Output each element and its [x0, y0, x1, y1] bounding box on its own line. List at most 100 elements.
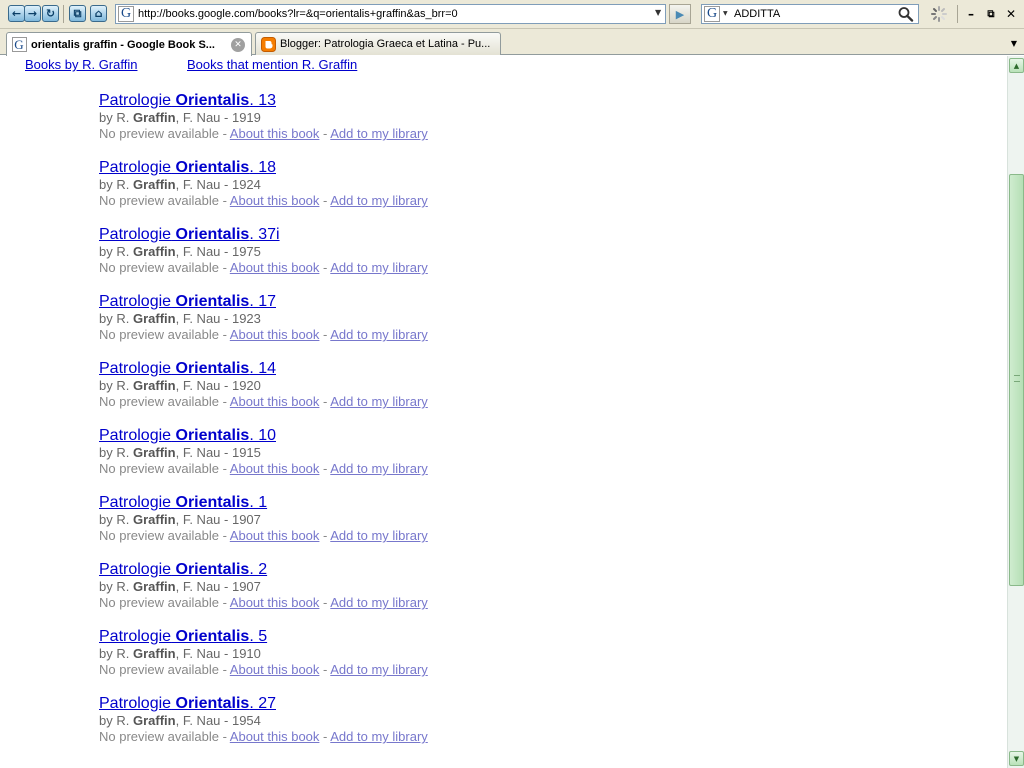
search-engine-dropdown-icon[interactable]: ▼ [723, 10, 728, 17]
address-bar[interactable]: G ▼ [115, 4, 666, 24]
about-this-book-link[interactable]: About this book [230, 126, 320, 141]
add-to-library-link[interactable]: Add to my library [330, 662, 428, 677]
search-icon[interactable] [897, 6, 915, 22]
about-this-book-link[interactable]: About this book [230, 461, 320, 476]
title-volume: . 18 [249, 159, 276, 176]
result-year: 1923 [231, 311, 261, 326]
about-this-book-link[interactable]: About this book [230, 260, 320, 275]
go-button[interactable]: ▶ [669, 4, 691, 24]
title-volume: . 5 [249, 628, 268, 645]
separator: - [319, 260, 331, 275]
separator: - [319, 193, 331, 208]
tab-inactive[interactable]: Blogger: Patrologia Graeca et Latina - P… [255, 32, 501, 55]
result-title-link[interactable]: Patrologie Orientalis. 14 [99, 359, 428, 378]
author-last: Graffin [132, 244, 176, 259]
tab-active[interactable]: G orientalis graffin - Google Book S... … [6, 32, 252, 56]
books-by-author-link[interactable]: Books by R. Graffin [25, 57, 137, 72]
no-preview-label: No preview available [99, 394, 219, 409]
search-engine-icon[interactable]: G [704, 6, 720, 22]
add-to-library-link[interactable]: Add to my library [330, 260, 428, 275]
about-this-book-link[interactable]: About this book [230, 729, 320, 744]
result-title-link[interactable]: Patrologie Orientalis. 2 [99, 560, 428, 579]
add-to-library-link[interactable]: Add to my library [330, 528, 428, 543]
result-title-link[interactable]: Patrologie Orientalis. 5 [99, 627, 428, 646]
result-actions: No preview available - About this book -… [99, 260, 428, 276]
url-input[interactable] [138, 6, 648, 22]
restore-tab-icon[interactable]: ⧉ [69, 5, 86, 22]
result-byline: by R. Graffin, F. Nau - 1954 [99, 713, 428, 729]
about-this-book-link[interactable]: About this book [230, 327, 320, 342]
result-title-link[interactable]: Patrologie Orientalis. 18 [99, 158, 428, 177]
add-to-library-link[interactable]: Add to my library [330, 126, 428, 141]
by-label: by [99, 713, 113, 728]
result-title-link[interactable]: Patrologie Orientalis. 10 [99, 426, 428, 445]
search-bar[interactable]: G ▼ [701, 4, 919, 24]
coauthor: , F. Nau - [175, 177, 232, 192]
google-icon: G [11, 37, 27, 53]
separator: - [319, 394, 331, 409]
title-volume: . 14 [249, 360, 276, 377]
no-preview-label: No preview available [99, 260, 219, 275]
add-to-library-link[interactable]: Add to my library [330, 729, 428, 744]
no-preview-label: No preview available [99, 327, 219, 342]
result-title-link[interactable]: Patrologie Orientalis. 37i [99, 225, 428, 244]
add-to-library-link[interactable]: Add to my library [330, 193, 428, 208]
home-icon[interactable]: ⌂ [90, 5, 107, 22]
about-this-book-link[interactable]: About this book [230, 193, 320, 208]
close-window-icon[interactable]: ✕ [1002, 5, 1020, 23]
add-to-library-link[interactable]: Add to my library [330, 327, 428, 342]
title-prefix: Patrologie [99, 159, 172, 176]
title-highlight: Orientalis [175, 695, 250, 712]
title-prefix: Patrologie [99, 360, 172, 377]
address-dropdown-icon[interactable]: ▼ [655, 8, 661, 17]
result-actions: No preview available - About this book -… [99, 394, 428, 410]
title-prefix: Patrologie [99, 427, 172, 444]
vertical-scrollbar[interactable]: ▲ ▼ [1007, 56, 1024, 768]
close-tab-icon[interactable]: ✕ [231, 37, 245, 52]
result-title-link[interactable]: Patrologie Orientalis. 17 [99, 292, 428, 311]
title-highlight: Orientalis [175, 293, 250, 310]
title-prefix: Patrologie [99, 293, 172, 310]
add-to-library-link[interactable]: Add to my library [330, 595, 428, 610]
back-icon[interactable]: ← [8, 5, 25, 22]
author-last: Graffin [132, 512, 176, 527]
add-to-library-link[interactable]: Add to my library [330, 461, 428, 476]
result-byline: by R. Graffin, F. Nau - 1924 [99, 177, 428, 193]
navigation-toolbar: ← → ↻ ⧉ ⌂ G ▼ ▶ G ▼ – ⧉ ✕ [0, 0, 1024, 29]
scroll-thumb[interactable] [1009, 174, 1024, 586]
result-year: 1907 [231, 579, 261, 594]
scroll-up-icon[interactable]: ▲ [1009, 58, 1024, 73]
results-list: Patrologie Orientalis. 13 by R. Graffin,… [99, 91, 428, 761]
separator: - [319, 662, 331, 677]
about-this-book-link[interactable]: About this book [230, 662, 320, 677]
tab-list-dropdown-icon[interactable]: ▼ [1006, 33, 1022, 53]
title-highlight: Orientalis [175, 226, 250, 243]
about-this-book-link[interactable]: About this book [230, 528, 320, 543]
search-result: Patrologie Orientalis. 37i by R. Graffin… [99, 225, 428, 292]
forward-icon[interactable]: → [24, 5, 41, 22]
about-this-book-link[interactable]: About this book [230, 595, 320, 610]
add-to-library-link[interactable]: Add to my library [330, 394, 428, 409]
coauthor: , F. Nau - [175, 311, 232, 326]
reload-icon[interactable]: ↻ [42, 5, 59, 22]
toolbar-separator [63, 5, 64, 23]
tab-bar: G orientalis graffin - Google Book S... … [0, 29, 1024, 56]
minimize-icon[interactable]: – [962, 5, 980, 23]
separator: - [218, 461, 230, 476]
result-year: 1915 [231, 445, 261, 460]
result-title-link[interactable]: Patrologie Orientalis. 27 [99, 694, 428, 713]
title-volume: . 17 [249, 293, 276, 310]
title-prefix: Patrologie [99, 92, 172, 109]
books-mention-author-link[interactable]: Books that mention R. Graffin [187, 57, 357, 72]
title-highlight: Orientalis [175, 159, 250, 176]
coauthor: , F. Nau - [175, 713, 232, 728]
about-this-book-link[interactable]: About this book [230, 394, 320, 409]
scroll-down-icon[interactable]: ▼ [1009, 751, 1024, 766]
no-preview-label: No preview available [99, 126, 219, 141]
result-title-link[interactable]: Patrologie Orientalis. 1 [99, 493, 428, 512]
search-result: Patrologie Orientalis. 27 by R. Graffin,… [99, 694, 428, 761]
result-title-link[interactable]: Patrologie Orientalis. 13 [99, 91, 428, 110]
author-last: Graffin [132, 311, 176, 326]
search-input[interactable] [734, 6, 894, 22]
restore-window-icon[interactable]: ⧉ [982, 5, 1000, 23]
